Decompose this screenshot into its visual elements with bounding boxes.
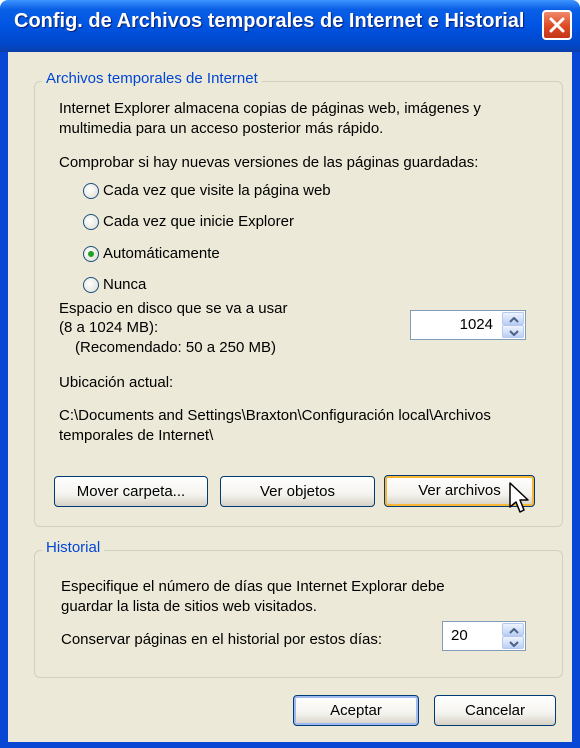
move-folder-label: Mover carpeta... bbox=[76, 483, 186, 500]
disk-space-recommended: (Recomendado: 50 a 250 MB) bbox=[75, 339, 276, 356]
disk-space-label-2: (8 a 1024 MB): bbox=[59, 319, 159, 336]
arrow-down-icon bbox=[509, 330, 519, 336]
history-days-spin-arrows bbox=[502, 623, 524, 649]
dialog-window: Config. de Archivos temporales de Intern… bbox=[0, 0, 580, 748]
history-days-increment-button[interactable] bbox=[502, 623, 524, 636]
history-description-2: guardar la lista de sitios web visitados… bbox=[61, 598, 317, 615]
temp-files-legend: Archivos temporales de Internet bbox=[42, 70, 262, 87]
disk-space-increment-button[interactable] bbox=[502, 312, 524, 325]
disk-space-spin-arrows bbox=[502, 312, 524, 338]
title-bar[interactable]: Config. de Archivos temporales de Intern… bbox=[0, 0, 580, 52]
radio-label-every-start[interactable]: Cada vez que inicie Explorer bbox=[103, 212, 294, 232]
disk-space-label-1: Espacio en disco que se va a usar bbox=[59, 300, 288, 317]
history-days-label: Conservar páginas en el historial por es… bbox=[61, 631, 383, 648]
temp-files-description-2: multimedia para un acceso posterior más … bbox=[59, 120, 384, 137]
window-title: Config. de Archivos temporales de Intern… bbox=[14, 10, 525, 32]
disk-space-spinner[interactable]: 1024 bbox=[410, 310, 526, 340]
arrow-down-icon bbox=[509, 641, 519, 647]
current-location-label: Ubicación actual: bbox=[59, 374, 174, 391]
dialog-body: Archivos temporales de Internet Internet… bbox=[8, 52, 572, 742]
history-days-decrement-button[interactable] bbox=[502, 636, 524, 649]
disk-space-decrement-button[interactable] bbox=[502, 325, 524, 338]
radio-label-never[interactable]: Nunca bbox=[103, 275, 146, 295]
radio-button-automatic[interactable] bbox=[83, 246, 99, 262]
current-location-path-2: temporales de Internet\ bbox=[59, 427, 214, 444]
temp-files-description-1: Internet Explorer almacena copias de pág… bbox=[59, 100, 481, 117]
view-objects-button[interactable]: Ver objetos bbox=[220, 476, 375, 507]
view-objects-label: Ver objetos bbox=[259, 483, 336, 500]
cancel-button[interactable]: Cancelar bbox=[434, 695, 556, 726]
radio-button-every-visit[interactable] bbox=[83, 183, 99, 199]
radio-button-every-start[interactable] bbox=[83, 214, 99, 230]
ok-button[interactable]: Aceptar bbox=[293, 695, 419, 726]
arrow-up-icon bbox=[509, 628, 519, 634]
radio-selected-dot bbox=[88, 251, 94, 257]
close-icon bbox=[549, 17, 565, 33]
mouse-pointer-icon bbox=[509, 482, 529, 513]
close-button[interactable] bbox=[542, 10, 572, 40]
history-days-value[interactable]: 20 bbox=[451, 622, 468, 650]
radio-button-never[interactable] bbox=[83, 277, 99, 293]
history-description-1: Especifique el número de días que Intern… bbox=[61, 578, 445, 595]
radio-label-automatic[interactable]: Automáticamente bbox=[103, 244, 220, 264]
current-location-path-1: C:\Documents and Settings\Braxton\Config… bbox=[59, 407, 491, 424]
arrow-up-icon bbox=[509, 317, 519, 323]
radio-label-every-visit[interactable]: Cada vez que visite la página web bbox=[103, 181, 331, 201]
history-legend: Historial bbox=[42, 539, 105, 556]
check-versions-label: Comprobar si hay nuevas versiones de las… bbox=[59, 154, 479, 171]
disk-space-value[interactable]: 1024 bbox=[460, 311, 493, 339]
cancel-label: Cancelar bbox=[464, 702, 526, 719]
history-days-spinner[interactable]: 20 bbox=[442, 621, 526, 651]
move-folder-button[interactable]: Mover carpeta... bbox=[54, 476, 208, 507]
ok-label: Aceptar bbox=[330, 702, 382, 719]
